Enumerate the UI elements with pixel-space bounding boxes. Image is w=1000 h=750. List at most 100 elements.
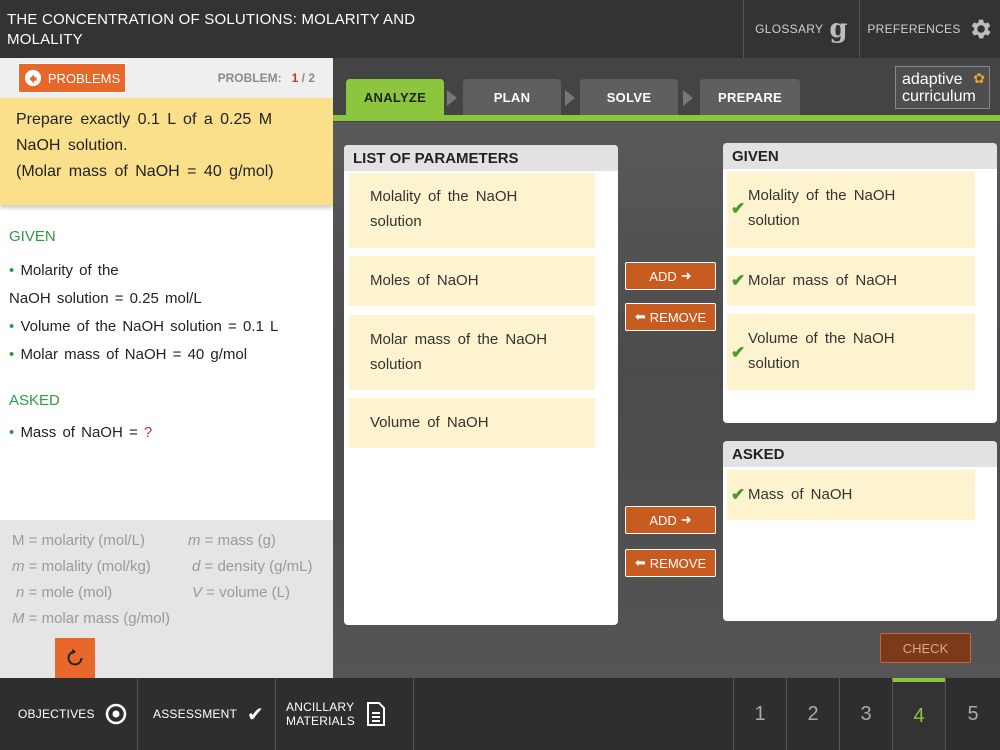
given-summary-text: Molar mass of NaOH = 40 g/mol bbox=[20, 346, 248, 363]
bullet-icon: • bbox=[9, 262, 15, 279]
given-summary-text: Volume of the NaOH solution = 0.1 L bbox=[20, 318, 279, 335]
arrow-right-icon: ➜ bbox=[680, 512, 692, 527]
variable-legend: M = molarity (mol/L) m = mass (g) m = mo… bbox=[0, 520, 333, 678]
given-heading: GIVEN bbox=[723, 143, 997, 169]
item-text: Molar mass of NaOH bbox=[748, 272, 898, 289]
arrow-right-icon: ➜ bbox=[680, 268, 692, 283]
gear-icon bbox=[971, 19, 991, 39]
problem-counter-label: PROBLEM: bbox=[217, 71, 282, 85]
item-text: solution bbox=[370, 356, 422, 373]
glossary-button[interactable]: GLOSSARY g bbox=[743, 0, 859, 58]
left-panel: PROBLEMS PROBLEM: 1 / 2 Prepare exactly … bbox=[0, 58, 333, 678]
workspace: ANALYZE PLAN SOLVE PREPARE adaptive curr… bbox=[333, 58, 1000, 678]
glossary-icon: g bbox=[829, 14, 848, 44]
parameters-panel: LIST OF PARAMETERS Molality of the NaOH … bbox=[344, 145, 618, 625]
ancillary-materials-button[interactable]: ANCILLARY MATERIALS bbox=[276, 678, 414, 750]
reset-button[interactable] bbox=[55, 638, 95, 678]
remove-given-button[interactable]: ⬅ REMOVE bbox=[625, 303, 716, 331]
given-summary-heading: GIVEN bbox=[9, 228, 56, 245]
remove-asked-button[interactable]: ⬅ REMOVE bbox=[625, 549, 716, 577]
item-text: Molality of the NaOH bbox=[748, 187, 896, 204]
check-button[interactable]: CHECK bbox=[880, 633, 971, 663]
given-summary-text: NaOH solution = 0.25 mol/L bbox=[9, 290, 202, 307]
parameter-item[interactable]: Volume of NaOH bbox=[349, 398, 595, 448]
bottom-bar: OBJECTIVES ASSESSMENT ✔ ANCILLARY MATERI… bbox=[0, 678, 1000, 750]
arrow-left-icon: ⬅ bbox=[634, 555, 646, 570]
given-item[interactable]: ✔ Molality of the NaOH solution bbox=[727, 172, 975, 248]
add-given-button[interactable]: ADD ➜ bbox=[625, 262, 716, 290]
given-summary-text: Molarity of the bbox=[20, 262, 119, 279]
objectives-button[interactable]: OBJECTIVES bbox=[0, 678, 138, 750]
page-4-button[interactable]: 4 bbox=[892, 678, 945, 750]
problems-button[interactable]: PROBLEMS bbox=[18, 63, 126, 93]
given-item[interactable]: ✔ Volume of the NaOH solution bbox=[727, 314, 975, 390]
problems-label: PROBLEMS bbox=[47, 70, 121, 86]
page-3-button[interactable]: 3 bbox=[839, 678, 892, 750]
adaptive-curriculum-logo: adaptive curriculum ✿ bbox=[895, 66, 990, 109]
arrow-left-icon: ⬅ bbox=[634, 309, 646, 324]
parameter-item[interactable]: Moles of NaOH bbox=[349, 256, 595, 306]
item-text: solution bbox=[748, 212, 800, 229]
parameters-heading: LIST OF PARAMETERS bbox=[344, 145, 618, 171]
checkmark-icon: ✔ bbox=[731, 271, 746, 290]
given-summary-item: • Molar mass of NaOH = 40 g/mol bbox=[9, 345, 247, 365]
assessment-button[interactable]: ASSESSMENT ✔ bbox=[138, 678, 276, 750]
bullet-icon: • bbox=[9, 346, 15, 363]
page-5-button[interactable]: 5 bbox=[945, 678, 1000, 750]
button-label: REMOVE bbox=[649, 309, 707, 325]
tab-analyze[interactable]: ANALYZE bbox=[346, 79, 444, 115]
page-2-button[interactable]: 2 bbox=[786, 678, 839, 750]
assessment-label: ASSESSMENT bbox=[153, 707, 238, 721]
target-icon bbox=[105, 703, 126, 725]
glossary-label: GLOSSARY bbox=[755, 22, 824, 36]
ancillary-label: ANCILLARY MATERIALS bbox=[286, 700, 355, 728]
preferences-button[interactable]: PREFERENCES bbox=[859, 0, 1000, 58]
parameter-item[interactable]: Molar mass of the NaOH solution bbox=[349, 315, 595, 390]
parameter-item[interactable]: Molality of the NaOH solution bbox=[349, 173, 595, 248]
asked-summary-text: Mass of NaOH = bbox=[20, 424, 144, 441]
prompt-line: NaOH solution. bbox=[16, 137, 128, 154]
tab-solve[interactable]: SOLVE bbox=[580, 79, 678, 115]
problem-current: 1 bbox=[291, 71, 299, 85]
asked-summary-item: • Mass of NaOH = ? bbox=[9, 423, 152, 443]
item-text: Moles of NaOH bbox=[370, 272, 479, 289]
given-item[interactable]: ✔ Molar mass of NaOH bbox=[727, 256, 975, 306]
problem-total: / 2 bbox=[301, 71, 315, 85]
legend-item: m = mass (g) bbox=[188, 532, 276, 549]
tab-prepare[interactable]: PREPARE bbox=[700, 79, 800, 115]
checkmark-icon: ✔ bbox=[731, 343, 746, 362]
asked-heading: ASKED bbox=[723, 441, 997, 467]
logo-line: adaptive bbox=[902, 71, 963, 88]
reset-icon bbox=[67, 648, 83, 666]
item-text: Volume of NaOH bbox=[370, 414, 489, 431]
item-text: Molar mass of the NaOH bbox=[370, 331, 548, 348]
prompt-line: Prepare exactly 0.1 L of a 0.25 M bbox=[16, 111, 273, 128]
tab-arrow-icon bbox=[683, 90, 693, 106]
checkmark-icon: ✔ bbox=[731, 485, 746, 504]
legend-item: m = molality (mol/kg) bbox=[12, 558, 151, 575]
app-title: THE CONCENTRATION OF SOLUTIONS: MOLARITY… bbox=[7, 11, 416, 48]
tab-underline bbox=[333, 115, 1000, 121]
tab-plan[interactable]: PLAN bbox=[463, 79, 561, 115]
problem-counter: PROBLEM: 1 / 2 bbox=[218, 71, 315, 85]
preferences-label: PREFERENCES bbox=[867, 22, 961, 36]
tab-arrow-icon bbox=[565, 90, 575, 106]
asked-panel: ASKED ✔ Mass of NaOH bbox=[723, 441, 997, 621]
problem-prompt: Prepare exactly 0.1 L of a 0.25 M NaOH s… bbox=[0, 98, 333, 205]
checkmark-icon: ✔ bbox=[247, 703, 264, 726]
legend-item: V = volume (L) bbox=[192, 584, 290, 601]
page-1-button[interactable]: 1 bbox=[733, 678, 786, 750]
legend-item: M = molarity (mol/L) bbox=[12, 532, 145, 549]
item-text: solution bbox=[370, 213, 422, 230]
item-text: Molality of the NaOH bbox=[370, 188, 518, 205]
item-text: solution bbox=[748, 355, 800, 372]
top-bar: THE CONCENTRATION OF SOLUTIONS: MOLARITY… bbox=[0, 0, 1000, 58]
asked-item[interactable]: ✔ Mass of NaOH bbox=[727, 470, 975, 520]
checkmark-icon: ✔ bbox=[731, 199, 746, 218]
add-asked-button[interactable]: ADD ➜ bbox=[625, 506, 716, 534]
given-summary-item: • Molarity of the bbox=[9, 261, 119, 281]
item-text: Volume of the NaOH bbox=[748, 330, 895, 347]
logo-mark-icon: ✿ bbox=[973, 70, 985, 86]
legend-item: n = mole (mol) bbox=[16, 584, 113, 601]
asked-summary-heading: ASKED bbox=[9, 392, 60, 409]
